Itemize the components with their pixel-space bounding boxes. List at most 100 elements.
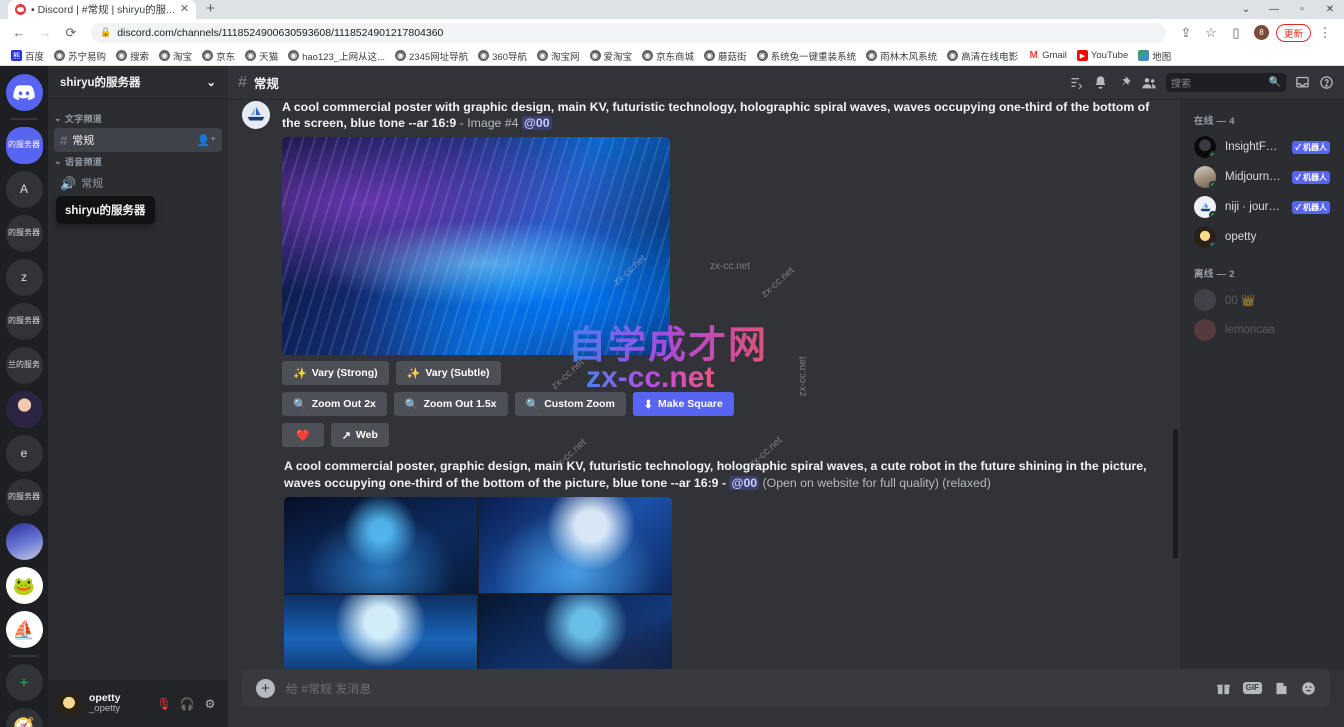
guild-sailboat[interactable]: ⛵ (5, 611, 43, 648)
bookmark-item[interactable]: ◉ 京东商城 (637, 49, 699, 63)
discord-home[interactable] (5, 74, 43, 111)
guild-anime-girl[interactable] (5, 391, 43, 428)
bookmark-item[interactable]: 熊百度 (6, 49, 49, 63)
grid-image-2[interactable] (479, 496, 672, 594)
web-button[interactable]: ↗ Web (330, 423, 389, 448)
bookmark-item[interactable]: ◉ 天猫 (240, 49, 283, 63)
message-image-grid[interactable] (284, 496, 672, 669)
share-icon[interactable]: ⇪ (1175, 22, 1197, 44)
grid-image-3[interactable] (284, 595, 477, 669)
help-icon[interactable] (1319, 75, 1334, 90)
bookmark-item[interactable]: M Gmail (1023, 50, 1072, 61)
message-scrollbar[interactable] (1173, 429, 1178, 559)
update-button[interactable]: 更新 (1275, 23, 1311, 42)
bookmark-item[interactable]: ◉ 爱淘宝 (585, 49, 638, 63)
inbox-icon[interactable] (1295, 75, 1310, 90)
sidebar-item-常规[interactable]: 🔊 常规 (54, 171, 222, 195)
guild-a[interactable]: A (5, 171, 43, 208)
address-bar[interactable]: 🔒 discord.com/channels/11185249006305936… (91, 22, 1166, 43)
back-button[interactable]: ← (8, 22, 30, 44)
bookmark-item[interactable]: ◉ 搜索 (111, 49, 154, 63)
tab-search-icon[interactable]: ⌄ (1232, 0, 1260, 19)
guild-fuwuqi-3[interactable]: 的服务器 (5, 479, 43, 516)
message-item: A cool commercial poster, graphic design… (228, 456, 1168, 669)
vary-subtle-button[interactable]: ✨ Vary (Subtle) (395, 361, 501, 386)
make-square-button[interactable]: ⬇ Make Square (632, 392, 734, 417)
avatar[interactable] (242, 101, 270, 129)
guild-blue-photo[interactable] (5, 523, 43, 560)
pin-icon[interactable] (1117, 75, 1132, 90)
mention-tag[interactable]: @00 (521, 116, 552, 131)
bookmark-item[interactable]: ◉ hao123_上网从这... (283, 49, 390, 63)
guild-e[interactable]: e (5, 435, 43, 472)
bell-icon[interactable] (1093, 75, 1108, 90)
gif-icon[interactable]: GIF (1242, 682, 1262, 694)
sticker-icon[interactable] (1274, 681, 1289, 696)
guild-green-face[interactable]: 🐸 (5, 567, 43, 604)
add-server[interactable]: + (5, 664, 43, 701)
guild-active[interactable]: 的服务器 (5, 127, 43, 164)
message-composer[interactable]: + 给 #常规 发消息 GIF (242, 669, 1330, 707)
side-panel-icon[interactable]: ▯ (1225, 22, 1247, 44)
browser-tab[interactable]: • Discord | #常规 | shiryu的服... ✕ (8, 0, 197, 19)
maximize-button[interactable]: ▫ (1288, 0, 1316, 19)
bookmark-item[interactable]: ◉ 淘宝 (154, 49, 197, 63)
bookmark-item[interactable]: ◉ 2345网址导航 (390, 49, 473, 63)
member-item[interactable]: Midjourney B... ✓ 机器人 (1188, 162, 1336, 192)
guild-fuwuqi-1[interactable]: 的服务器 (5, 215, 43, 252)
close-tab-icon[interactable]: ✕ (180, 4, 189, 15)
gear-icon[interactable]: ⚙ (200, 694, 220, 714)
add-member-icon[interactable]: 👤⁺ (196, 134, 216, 147)
bookmark-item[interactable]: 地图 (1133, 49, 1176, 63)
zoom-out-2x-button[interactable]: 🔍 Zoom Out 2x (282, 392, 387, 417)
bookmark-item[interactable]: ◉ 雨林木风系统 (861, 49, 942, 63)
reload-button[interactable]: ⟳ (60, 22, 82, 44)
close-window-button[interactable]: ✕ (1316, 0, 1344, 19)
bookmark-star-icon[interactable]: ☆ (1200, 22, 1222, 44)
member-item[interactable]: opetty (1188, 222, 1336, 252)
message-image[interactable] (282, 137, 670, 356)
button-icon: 🔍 (293, 398, 307, 411)
avatar[interactable] (56, 690, 82, 717)
gift-icon[interactable] (1216, 681, 1231, 696)
bookmark-item[interactable]: ◉ 蘑菇街 (699, 49, 752, 63)
member-item[interactable]: niji · journey ... ✓ 机器人 (1188, 192, 1336, 222)
channel-category[interactable]: ⌄ 语音频道 (48, 153, 228, 170)
guild-fuwuqi-2[interactable]: 的服务器 (5, 303, 43, 340)
browser-menu-icon[interactable]: ⋮ (1314, 22, 1336, 44)
headset-icon[interactable]: 🎧 (177, 694, 197, 714)
grid-image-1[interactable] (284, 496, 477, 594)
channel-category[interactable]: ⌄ 文字频道 (48, 110, 228, 127)
message-input[interactable]: 给 #常规 发消息 (286, 680, 1205, 697)
attach-plus-icon[interactable]: + (256, 678, 275, 698)
member-item[interactable]: InsightFaceS... ✓ 机器人 (1188, 132, 1336, 162)
bookmark-item[interactable]: ◉ 京东 (197, 49, 240, 63)
emoji-icon[interactable] (1301, 681, 1316, 696)
vary-strong-button[interactable]: ✨ Vary (Strong) (282, 361, 389, 386)
bookmark-item[interactable]: ◉ 淘宝网 (532, 49, 585, 63)
bookmark-item[interactable]: ◉ 系统兔一键重装系统 (752, 49, 862, 63)
bookmark-item[interactable]: ◉ 高清在线电影 (942, 49, 1023, 63)
explore-servers[interactable]: 🧭 (5, 708, 43, 727)
server-header[interactable]: shiryu的服务器 ⌄ (48, 66, 228, 98)
members-icon[interactable] (1141, 75, 1157, 91)
zoom-out-1-5x-button[interactable]: 🔍 Zoom Out 1.5x (393, 392, 508, 417)
custom-zoom-button[interactable]: 🔍 Custom Zoom (514, 392, 626, 417)
favorite-button[interactable]: ❤️ (282, 423, 324, 448)
sidebar-item-常规[interactable]: # 常规 👤⁺ (54, 128, 222, 152)
guild-lan[interactable]: 兰的服务 (5, 347, 43, 384)
search-input[interactable]: 搜索 🔍 (1166, 73, 1286, 92)
guild-z[interactable]: z (5, 259, 43, 296)
bookmark-item[interactable]: ◉ 360导航 (473, 49, 532, 63)
bookmark-item[interactable]: ▶ YouTube (1072, 50, 1133, 61)
member-item[interactable]: lemoncaa (1188, 315, 1336, 345)
mic-muted-icon[interactable]: 🎙 (154, 694, 174, 714)
bookmark-item[interactable]: ◉ 苏宁易购 (49, 49, 111, 63)
threads-icon[interactable] (1069, 75, 1084, 90)
grid-image-4[interactable] (479, 595, 672, 669)
profile-avatar[interactable]: 8 (1253, 25, 1269, 40)
new-tab-button[interactable]: + (206, 0, 215, 19)
mention-tag[interactable]: @00 (729, 475, 760, 490)
member-item[interactable]: 00 👑 (1188, 285, 1336, 315)
minimize-button[interactable]: — (1260, 0, 1288, 19)
